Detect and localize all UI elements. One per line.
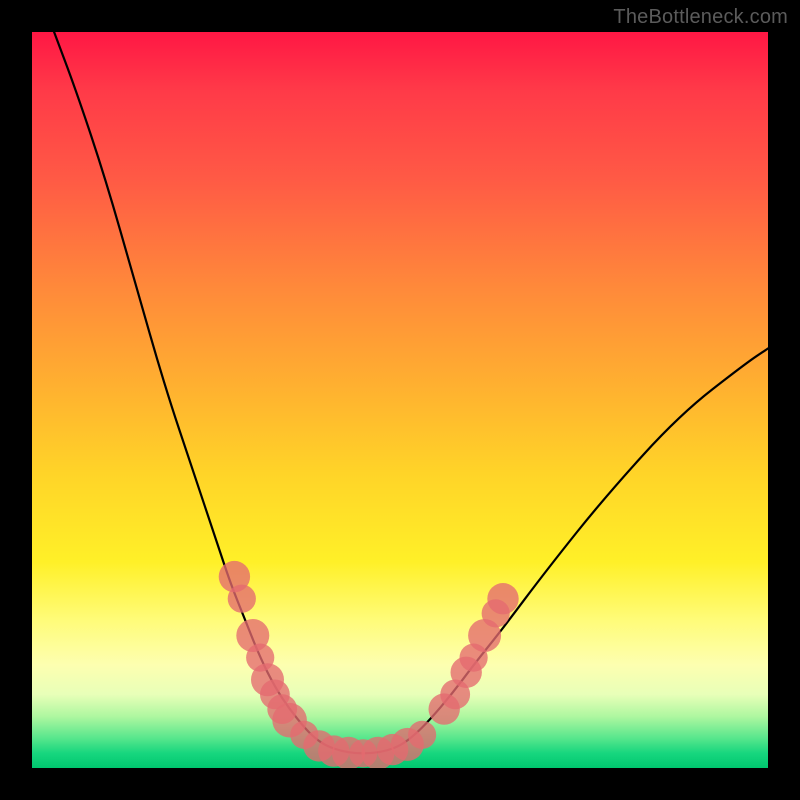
sample-point [487, 583, 518, 614]
watermark-text: TheBottleneck.com [613, 6, 788, 29]
plot-area [32, 32, 768, 768]
curve-svg [32, 32, 768, 768]
sample-points-group [219, 561, 519, 768]
sample-point [408, 721, 436, 749]
chart-frame: TheBottleneck.com [0, 0, 800, 800]
sample-point [228, 585, 256, 613]
bottleneck-curve [54, 32, 768, 753]
